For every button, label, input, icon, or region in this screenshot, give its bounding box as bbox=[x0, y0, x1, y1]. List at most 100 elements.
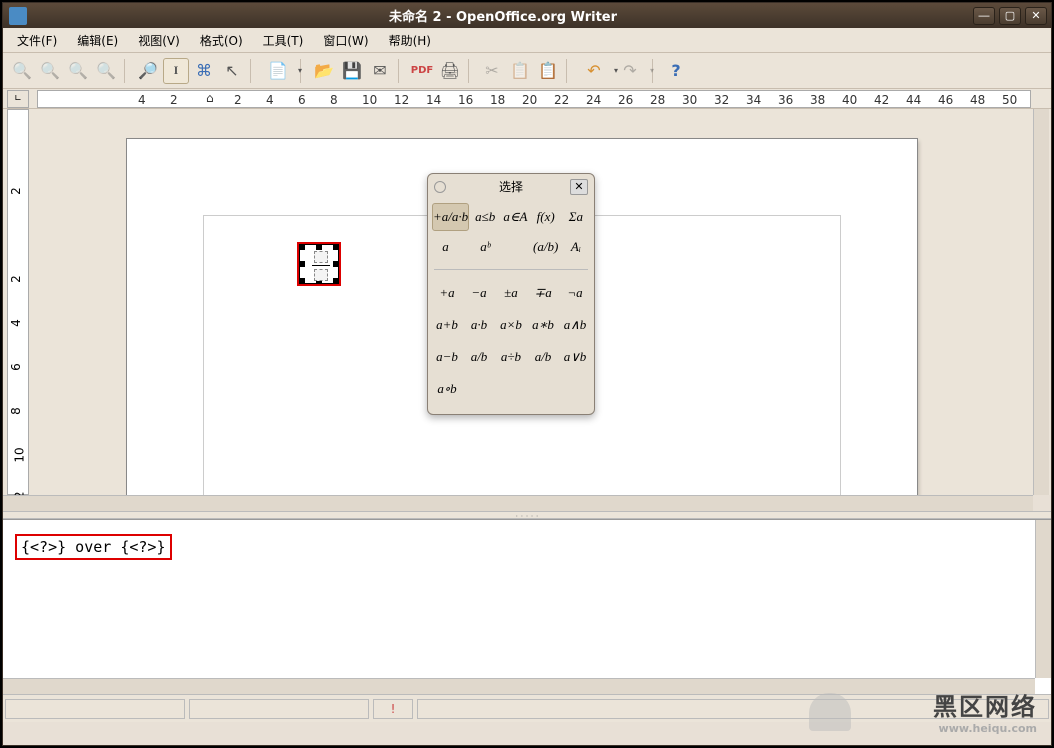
menu-window[interactable]: 窗口(W) bbox=[315, 29, 376, 52]
menu-file[interactable]: 文件(F) bbox=[9, 29, 65, 52]
pane-splitter[interactable]: · · · · · bbox=[3, 511, 1051, 519]
save-button[interactable]: 💾 bbox=[339, 58, 365, 84]
palette-category-9[interactable]: Aᵢ bbox=[562, 233, 590, 261]
palette-menu-icon[interactable] bbox=[434, 181, 446, 193]
grid-button[interactable]: ⌘ bbox=[191, 58, 217, 84]
watermark-url: www.heiqu.com bbox=[933, 722, 1037, 735]
zoom-100-button[interactable]: 🔍 bbox=[65, 58, 91, 84]
menu-tools[interactable]: 工具(T) bbox=[255, 29, 312, 52]
ruler-tick: 40 bbox=[842, 93, 857, 107]
palette-close-button[interactable]: ✕ bbox=[570, 179, 588, 195]
cut-button[interactable]: ✂ bbox=[479, 58, 505, 84]
maximize-button[interactable]: ▢ bbox=[999, 7, 1021, 25]
denominator-placeholder bbox=[314, 269, 328, 281]
redo-button[interactable]: ↷▾ bbox=[613, 58, 647, 84]
pdf-button[interactable]: PDF bbox=[409, 58, 435, 84]
formula-editor[interactable]: {<?>} over {<?>} bbox=[3, 519, 1051, 694]
zoom-in-button[interactable]: 🔍 bbox=[9, 58, 35, 84]
ruler-tick: 50 bbox=[1002, 93, 1017, 107]
ruler-tick: 24 bbox=[586, 93, 601, 107]
minimize-button[interactable]: ― bbox=[973, 7, 995, 25]
vertical-ruler[interactable]: 224681012 bbox=[7, 109, 29, 495]
ruler-tick: 32 bbox=[714, 93, 729, 107]
paste-button[interactable]: 📋 bbox=[535, 58, 561, 84]
zoom-out-button[interactable]: 🔍 bbox=[37, 58, 63, 84]
app-icon bbox=[9, 7, 27, 25]
ruler-tick: 20 bbox=[522, 93, 537, 107]
status-seg-1 bbox=[5, 699, 185, 719]
ruler-tick: 2 bbox=[9, 275, 23, 283]
formula-object[interactable] bbox=[297, 242, 341, 286]
ruler-tick: 38 bbox=[810, 93, 825, 107]
formula-text[interactable]: {<?>} over {<?>} bbox=[15, 534, 172, 560]
formula-cursor-button[interactable]: 🔎 bbox=[135, 58, 161, 84]
ruler-tick: 12 bbox=[394, 93, 409, 107]
ruler-tick: 48 bbox=[970, 93, 985, 107]
menu-view[interactable]: 视图(V) bbox=[130, 29, 188, 52]
ruler-tick: 6 bbox=[9, 363, 23, 371]
undo-button[interactable]: ↶▾ bbox=[577, 58, 611, 84]
ruler-tick: 42 bbox=[874, 93, 889, 107]
ruler-tick: 14 bbox=[426, 93, 441, 107]
palette-op-12[interactable]: a÷b bbox=[496, 342, 526, 372]
palette-category-6[interactable]: aᵇ bbox=[471, 233, 499, 261]
help-button[interactable]: ? bbox=[663, 58, 689, 84]
palette-category-7[interactable] bbox=[501, 233, 529, 261]
palette-op-3[interactable]: ∓a bbox=[528, 278, 558, 308]
numerator-placeholder bbox=[314, 251, 328, 263]
palette-op-0[interactable]: +a bbox=[432, 278, 462, 308]
menu-help[interactable]: 帮助(H) bbox=[381, 29, 439, 52]
palette-op-1[interactable]: −a bbox=[464, 278, 494, 308]
ruler-tick: 8 bbox=[9, 407, 23, 415]
selection-button[interactable]: ↖ bbox=[219, 58, 245, 84]
editor-vertical-scrollbar[interactable] bbox=[1035, 520, 1051, 678]
copy-button[interactable]: 📋 bbox=[507, 58, 533, 84]
vertical-scrollbar[interactable] bbox=[1033, 109, 1049, 495]
palette-op-7[interactable]: a×b bbox=[496, 310, 526, 340]
ruler-tick: 46 bbox=[938, 93, 953, 107]
palette-op-14[interactable]: a∨b bbox=[560, 342, 590, 372]
palette-title: 选择 bbox=[452, 178, 570, 195]
palette-op-6[interactable]: a·b bbox=[464, 310, 494, 340]
ruler-tick: 18 bbox=[490, 93, 505, 107]
zoom-fit-button[interactable]: 🔍 bbox=[93, 58, 119, 84]
menu-format[interactable]: 格式(O) bbox=[192, 29, 251, 52]
open-button[interactable]: 📂 bbox=[311, 58, 337, 84]
palette-category-8[interactable]: (a/b) bbox=[532, 233, 560, 261]
print-button[interactable]: 🖨 bbox=[437, 58, 463, 84]
palette-category-0[interactable]: +a/a·b bbox=[432, 203, 469, 231]
palette-op-15[interactable]: a∘b bbox=[432, 374, 462, 404]
watermark: 黑区网络 www.heiqu.com bbox=[933, 687, 1037, 735]
mail-button[interactable]: ✉ bbox=[367, 58, 393, 84]
text-cursor-button[interactable]: I bbox=[163, 58, 189, 84]
palette-op-8[interactable]: a∗b bbox=[528, 310, 558, 340]
palette-operator-grid: +a−a±a∓a¬aa+ba·ba×ba∗ba∧ba−ba/ba÷ba/ba∨b… bbox=[428, 274, 594, 414]
palette-op-4[interactable]: ¬a bbox=[560, 278, 590, 308]
titlebar: 未命名 2 - OpenOffice.org Writer ― ▢ ✕ bbox=[3, 3, 1051, 28]
close-button[interactable]: ✕ bbox=[1025, 7, 1047, 25]
horizontal-scrollbar[interactable] bbox=[3, 495, 1033, 511]
palette-op-9[interactable]: a∧b bbox=[560, 310, 590, 340]
palette-op-11[interactable]: a/b bbox=[464, 342, 494, 372]
palette-op-16 bbox=[464, 374, 494, 404]
palette-op-2[interactable]: ±a bbox=[496, 278, 526, 308]
palette-category-5[interactable]: a⃗ bbox=[432, 233, 469, 261]
new-doc-button[interactable]: 📄▾ bbox=[261, 58, 295, 84]
window-title: 未命名 2 - OpenOffice.org Writer bbox=[33, 6, 973, 25]
selection-palette[interactable]: 选择 ✕ +a/a·ba≤ba∈Af(x)Σa a⃗aᵇ (a/b)Aᵢ +a−a±… bbox=[427, 173, 595, 415]
fraction-line bbox=[312, 265, 330, 266]
ruler-tick: 2 bbox=[9, 187, 23, 195]
palette-category-2[interactable]: a∈A bbox=[501, 203, 529, 231]
menu-edit[interactable]: 编辑(E) bbox=[69, 29, 126, 52]
palette-category-3[interactable]: f(x) bbox=[532, 203, 560, 231]
editor-horizontal-scrollbar[interactable] bbox=[3, 678, 1035, 694]
palette-category-1[interactable]: a≤b bbox=[471, 203, 499, 231]
horizontal-ruler[interactable]: 4224681012141618202224262830323436384042… bbox=[37, 90, 1031, 108]
ruler-tick: 6 bbox=[298, 93, 306, 107]
palette-op-10[interactable]: a−b bbox=[432, 342, 462, 372]
palette-op-5[interactable]: a+b bbox=[432, 310, 462, 340]
statusbar: ! bbox=[3, 694, 1051, 722]
app-window: 未命名 2 - OpenOffice.org Writer ― ▢ ✕ 文件(F… bbox=[2, 2, 1052, 746]
palette-category-4[interactable]: Σa bbox=[562, 203, 590, 231]
palette-op-13[interactable]: a/b bbox=[528, 342, 558, 372]
